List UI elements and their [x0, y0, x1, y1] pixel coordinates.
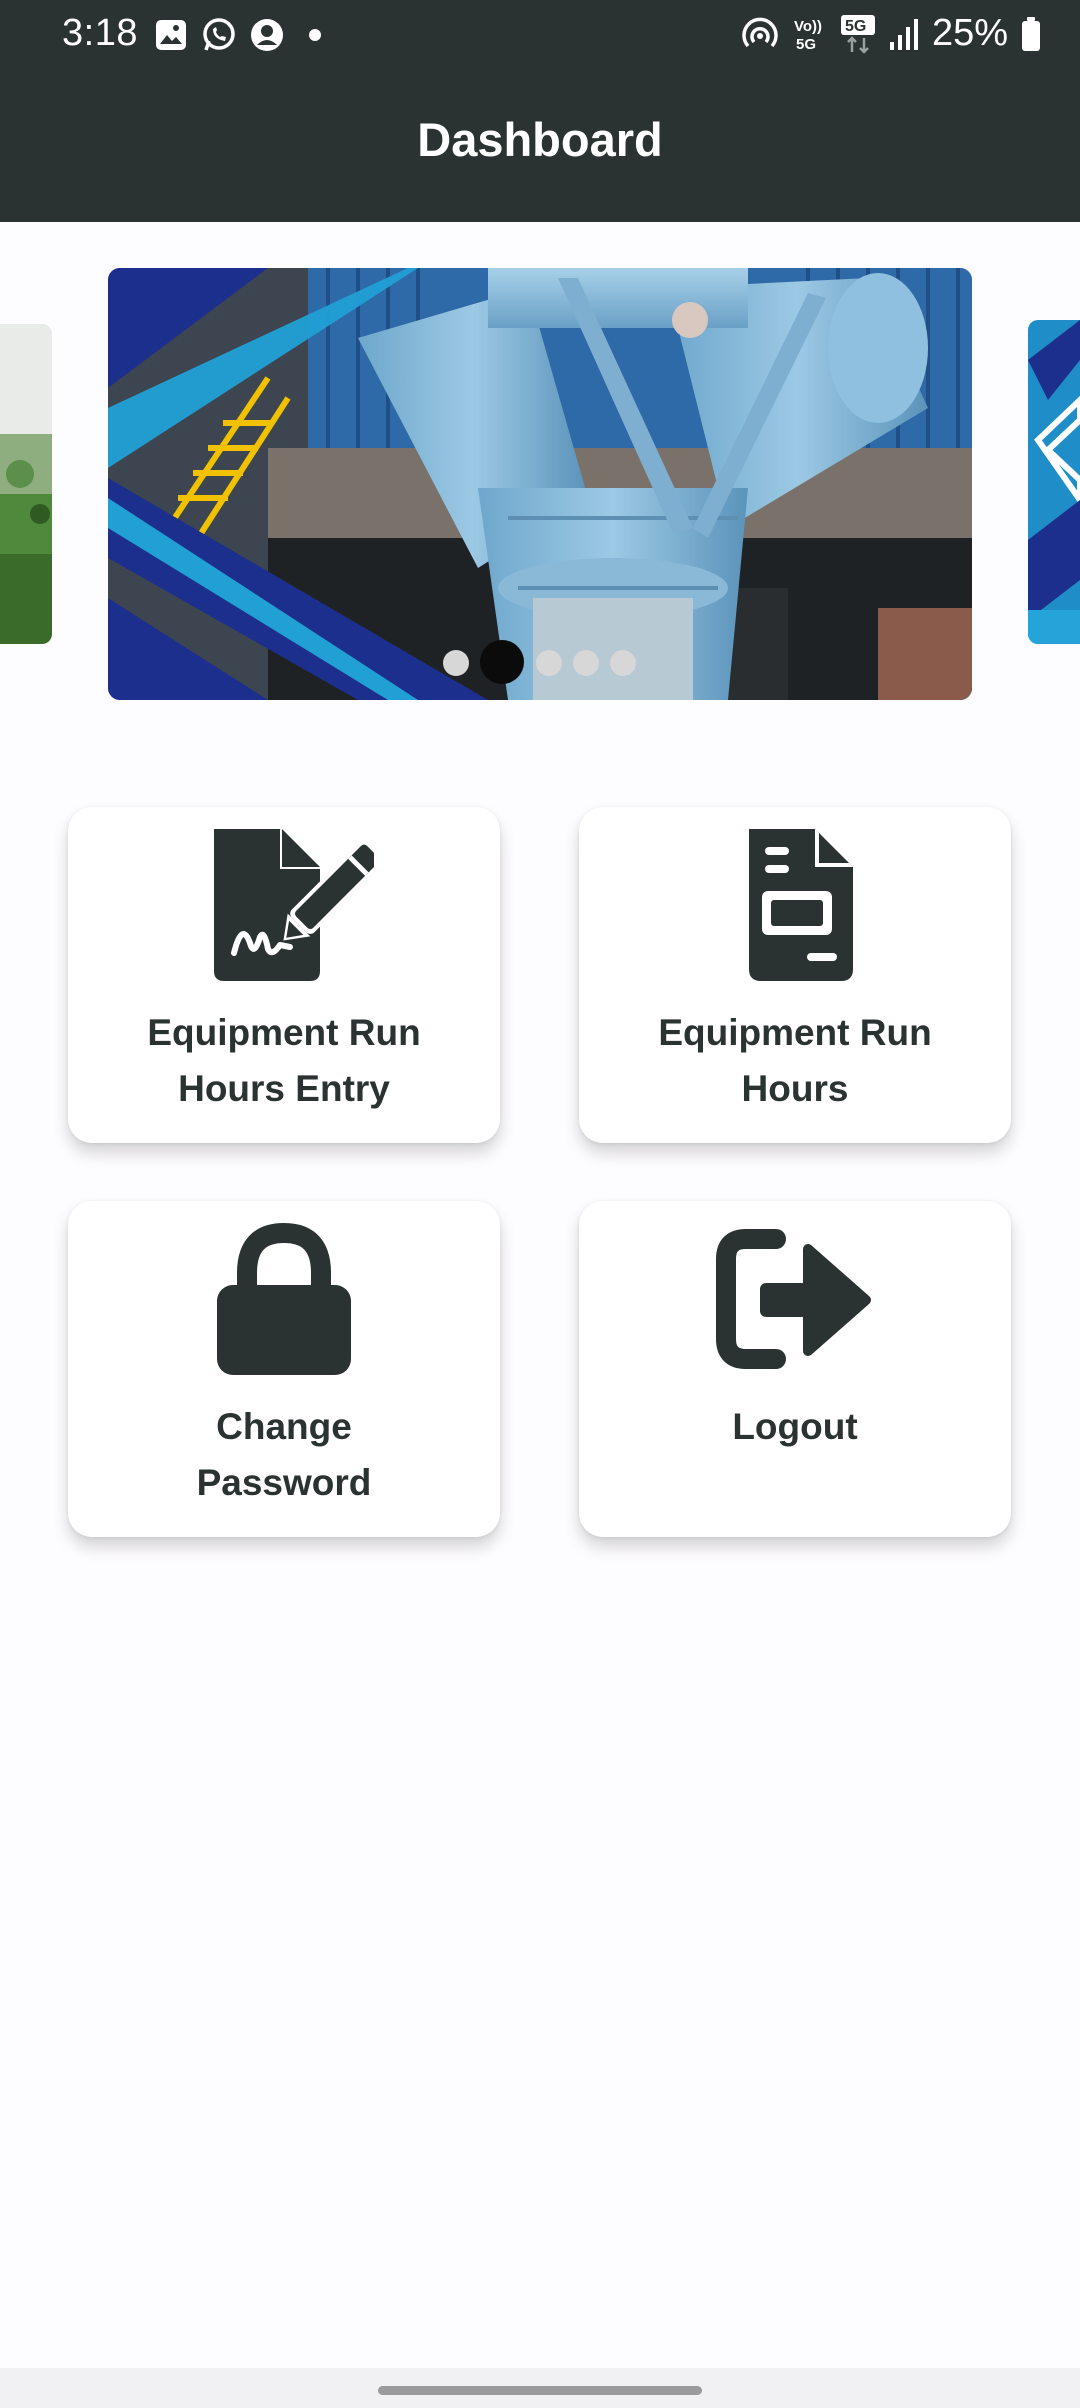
tile-label-line2: Hours [741, 1068, 849, 1109]
tile-label: Logout [732, 1406, 858, 1447]
logout-icon [579, 1219, 1011, 1379]
whatsapp-icon [200, 16, 238, 54]
signal-icon [888, 16, 920, 52]
app-bar: 3:18 Vo)) 5G 5G 25% Dashboard [0, 0, 1080, 222]
svg-text:5G: 5G [796, 36, 816, 53]
carousel-dot-active[interactable] [480, 640, 524, 684]
page-title: Dashboard [417, 113, 663, 166]
home-gesture-handle[interactable] [378, 2386, 702, 2395]
carousel-slide-next[interactable] [1028, 320, 1080, 644]
system-navigation-bar [0, 2368, 1080, 2408]
image-carousel[interactable] [0, 268, 1080, 700]
carousel-dot[interactable] [573, 650, 599, 676]
hotspot-icon [740, 14, 780, 54]
5g-icon: 5G [840, 14, 876, 54]
tile-label-line1: Change [216, 1406, 352, 1447]
equipment-run-hours-entry-card[interactable]: Equipment Run Hours Entry [68, 807, 500, 1143]
equipment-run-hours-card[interactable]: Equipment Run Hours [579, 807, 1011, 1143]
status-time: 3:18 [62, 12, 138, 54]
tile-label-line1: Equipment Run [147, 1012, 421, 1053]
logout-card[interactable]: Logout [579, 1201, 1011, 1537]
carousel-slide-active[interactable] [108, 268, 972, 700]
carousel-dot[interactable] [610, 650, 636, 676]
battery-icon [1020, 16, 1042, 52]
battery-percent: 25% [931, 12, 1008, 54]
carousel-indicators [0, 640, 1080, 684]
svg-text:5G: 5G [845, 18, 866, 35]
dot-icon [296, 16, 334, 54]
carousel-dot[interactable] [443, 650, 469, 676]
tile-label-line1: Equipment Run [658, 1012, 932, 1053]
carousel-dot[interactable] [536, 650, 562, 676]
document-icon [579, 825, 1011, 985]
status-bar: 3:18 Vo)) 5G 5G 25% [0, 0, 1080, 72]
change-password-card[interactable]: Change Password [68, 1201, 500, 1537]
carousel-slide-previous[interactable] [0, 324, 52, 644]
account-icon [248, 16, 286, 54]
gallery-icon [152, 16, 190, 54]
tile-label-line2: Hours Entry [178, 1068, 390, 1109]
volte-icon: Vo)) 5G [792, 14, 828, 54]
tile-label-line2: Password [196, 1462, 372, 1503]
svg-text:Vo)): Vo)) [794, 18, 822, 35]
signed-document-icon [68, 825, 500, 985]
lock-icon [68, 1219, 500, 1379]
